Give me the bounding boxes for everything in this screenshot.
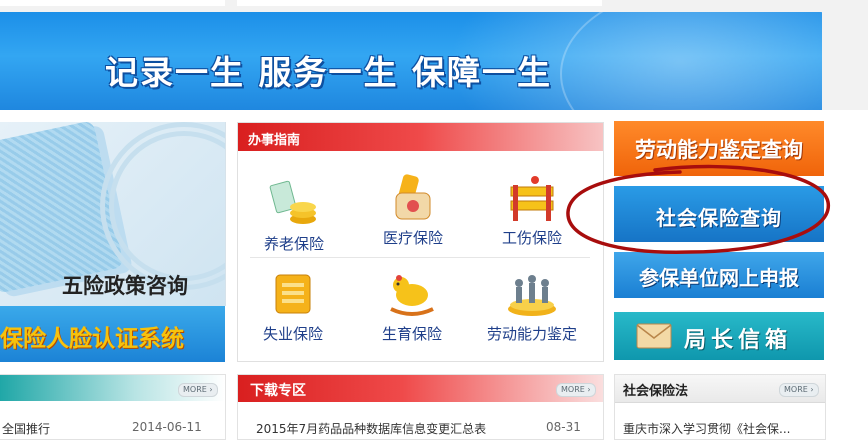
face-auth-label: 保险人脸认证系统: [0, 326, 184, 352]
medical-icon: [395, 174, 431, 220]
news-item-left[interactable]: 全国推行: [2, 420, 50, 437]
social-insurance-law-panel: 社会保险法 MORE › 重庆市深入学习贯彻《社会保...: [614, 374, 826, 440]
guide-item-label: 养老保险: [263, 235, 324, 253]
guide-title: 办事指南: [248, 133, 301, 148]
maternity-icon: [390, 275, 434, 316]
banner-margin: [822, 12, 868, 110]
director-mailbox-button[interactable]: 局长信箱: [614, 312, 824, 360]
news-panel-left: MORE › 全国推行 2014-06-11: [0, 374, 226, 440]
guide-item-label: 劳动能力鉴定: [486, 325, 577, 343]
face-auth-link[interactable]: 保险人脸认证系统: [0, 306, 225, 362]
guide-item-label: 生育保险: [381, 325, 442, 343]
more-button-law[interactable]: MORE ›: [779, 383, 819, 397]
guide-item-labor-appraisal[interactable]: 劳动能力鉴定: [472, 269, 592, 344]
envelope-icon: [636, 323, 672, 349]
download-panel-header: 下载专区: [238, 375, 603, 402]
download-panel-title: 下载专区: [250, 383, 306, 399]
law-news-item[interactable]: 重庆市深入学习贯彻《社会保...: [623, 420, 790, 437]
guide-item-medical[interactable]: 医疗保险: [353, 173, 473, 248]
guide-item-unemployment[interactable]: 失业保险: [233, 269, 353, 344]
red-circle-annotation: [566, 164, 830, 254]
slogan-banner: 记录一生 服务一生 保障一生: [0, 12, 822, 110]
injury-icon: [510, 176, 554, 221]
banner-slogan: 记录一生 服务一生 保障一生: [105, 53, 552, 92]
guide-item-pension[interactable]: 养老保险: [234, 179, 354, 254]
guide-divider: [250, 257, 590, 258]
labor-appraisal-icon: [508, 275, 556, 316]
download-item[interactable]: 2015年7月药品品种数据库信息变更汇总表: [256, 420, 486, 437]
law-panel-title: 社会保险法: [623, 384, 689, 399]
more-button-left[interactable]: MORE ›: [178, 383, 218, 397]
download-date: 08-31: [546, 420, 581, 434]
unit-online-declaration-label: 参保单位网上申报: [639, 266, 799, 290]
guide-item-label: 失业保险: [262, 325, 323, 343]
guide-header: 办事指南: [238, 123, 603, 151]
director-mailbox-label: 局长信箱: [684, 328, 793, 353]
download-panel: 下载专区 MORE › 2015年7月药品品种数据库信息变更汇总表 08-31: [237, 374, 604, 440]
guide-item-label: 医疗保险: [382, 229, 443, 247]
labor-appraisal-query-label: 劳动能力鉴定查询: [635, 138, 803, 162]
unemployment-icon: [275, 274, 311, 314]
more-button-download[interactable]: MORE ›: [556, 383, 596, 397]
guide-item-maternity[interactable]: 生育保险: [352, 269, 472, 344]
top-strip: [0, 0, 868, 12]
service-guide-panel: 办事指南 养老保险 医疗保险 工伤保险 失业保险 生育保险 劳动能力鉴定: [237, 122, 604, 362]
news-date-left: 2014-06-11: [132, 420, 202, 434]
pension-icon: [269, 180, 316, 224]
policy-consult-title[interactable]: 五险政策咨询: [62, 270, 188, 300]
